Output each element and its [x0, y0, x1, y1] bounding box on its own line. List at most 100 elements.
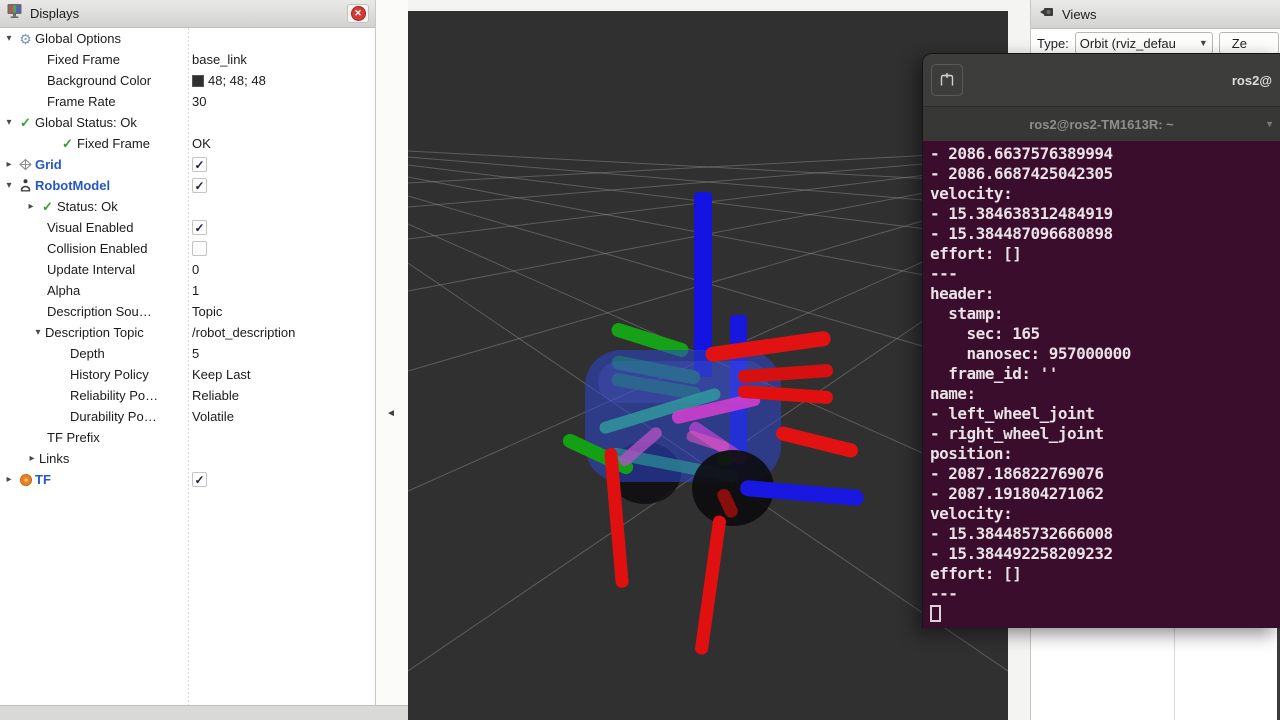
- display-property-row[interactable]: ▾⚙Global Options: [0, 28, 375, 49]
- display-property-row[interactable]: ✓Fixed FrameOK: [0, 133, 375, 154]
- terminal-output[interactable]: - 2086.6637576389994 - 2086.668742504230…: [923, 141, 1280, 628]
- display-property-row[interactable]: Depth 5: [0, 343, 375, 364]
- property-value[interactable]: /robot_description: [192, 325, 295, 340]
- display-property-row[interactable]: ▸Grid✓: [0, 154, 375, 175]
- display-property-row[interactable]: Collision Enabled: [0, 238, 375, 259]
- property-label: Durability Po…: [70, 409, 157, 424]
- display-property-row[interactable]: Frame Rate 30: [0, 91, 375, 112]
- close-button[interactable]: ✕: [347, 4, 369, 23]
- indent-spacer: [0, 311, 47, 312]
- displays-icon: [6, 3, 23, 24]
- property-label: Update Interval: [47, 262, 135, 277]
- display-property-row[interactable]: ▸TF✓: [0, 469, 375, 490]
- views-panel-header[interactable]: Views: [1031, 0, 1280, 29]
- property-value[interactable]: Topic: [192, 304, 222, 319]
- collapse-panel-arrow-icon[interactable]: ◄: [386, 408, 396, 419]
- tab-list-chevron-icon[interactable]: ▼: [1265, 119, 1274, 129]
- expander-closed-icon[interactable]: ▸: [2, 159, 16, 170]
- expander-open-icon[interactable]: ▾: [31, 327, 45, 338]
- indent-spacer: [0, 353, 70, 354]
- expander-closed-icon[interactable]: ▸: [25, 453, 39, 464]
- display-property-row[interactable]: Fixed Frame base_link: [0, 49, 375, 70]
- display-property-row[interactable]: ▾ RobotModel ✓: [0, 175, 375, 196]
- property-label: Fixed Frame: [47, 52, 120, 67]
- expander-open-icon[interactable]: ▾: [2, 33, 16, 44]
- 3d-viewport[interactable]: [408, 11, 1008, 720]
- property-value[interactable]: OK: [192, 136, 211, 151]
- display-property-row[interactable]: Alpha 1: [0, 280, 375, 301]
- property-value[interactable]: 5: [192, 346, 199, 361]
- new-tab-button[interactable]: [931, 64, 963, 96]
- display-property-row[interactable]: Visual Enabled ✓: [0, 217, 375, 238]
- indent-spacer: [0, 395, 70, 396]
- value-text: Keep Last: [192, 367, 251, 382]
- property-value[interactable]: 48; 48; 48: [192, 73, 266, 88]
- indent-spacer: [0, 269, 47, 270]
- value-text: OK: [192, 136, 211, 151]
- display-property-row[interactable]: TF Prefix: [0, 427, 375, 448]
- checkbox-checked[interactable]: ✓: [192, 472, 207, 487]
- indent-spacer: [0, 101, 47, 102]
- value-text: 0: [192, 262, 199, 277]
- property-label: Description Topic: [45, 325, 144, 340]
- value-text: 1: [192, 283, 199, 298]
- expander-open-icon[interactable]: ▾: [2, 117, 16, 128]
- checkbox-checked[interactable]: ✓: [192, 220, 207, 235]
- display-property-row[interactable]: ▾✓Global Status: Ok: [0, 112, 375, 133]
- property-value[interactable]: ✓: [192, 472, 207, 487]
- terminal-titlebar[interactable]: ros2@: [923, 54, 1280, 106]
- expander-closed-icon[interactable]: ▸: [24, 201, 38, 212]
- checkbox-checked[interactable]: ✓: [192, 157, 207, 172]
- value-text: Reliable: [192, 388, 239, 403]
- property-label: Global Options: [35, 31, 121, 46]
- property-label: Alpha: [47, 283, 80, 298]
- checkbox-checked[interactable]: ✓: [192, 178, 207, 193]
- display-property-row[interactable]: Reliability Po…Reliable: [0, 385, 375, 406]
- views-panel-title: Views: [1062, 7, 1096, 22]
- display-property-row[interactable]: ▾Description Topic/robot_description: [0, 322, 375, 343]
- display-property-row[interactable]: Durability Po… Volatile: [0, 406, 375, 427]
- value-text: base_link: [192, 52, 247, 67]
- views-icon: [1039, 5, 1055, 24]
- property-value[interactable]: Reliable: [192, 388, 239, 403]
- displays-panel-header[interactable]: Displays ✕: [0, 0, 375, 28]
- property-value[interactable]: [192, 241, 207, 256]
- expander-open-icon[interactable]: ▾: [2, 180, 16, 191]
- property-label: Depth: [70, 346, 105, 361]
- property-value[interactable]: Volatile: [192, 409, 234, 424]
- display-property-row[interactable]: Background Color 48; 48; 48: [0, 70, 375, 91]
- property-value[interactable]: Keep Last: [192, 367, 251, 382]
- value-text: 48; 48; 48: [208, 73, 266, 88]
- property-label: RobotModel: [35, 178, 110, 193]
- checkbox-unchecked[interactable]: [192, 241, 207, 256]
- property-label: Background Color: [47, 73, 151, 88]
- property-label: Collision Enabled: [47, 241, 147, 256]
- property-label: Status: Ok: [57, 199, 118, 214]
- property-label: Visual Enabled: [47, 220, 134, 235]
- indent-spacer: [0, 206, 24, 207]
- check-icon: ✓: [38, 199, 57, 215]
- display-property-row[interactable]: Update Interval 0: [0, 259, 375, 280]
- new-tab-icon: [939, 72, 955, 88]
- property-value[interactable]: 30: [192, 94, 206, 109]
- indent-spacer: [0, 143, 58, 144]
- zero-button[interactable]: Ze: [1219, 32, 1279, 54]
- property-value[interactable]: ✓: [192, 220, 207, 235]
- property-value[interactable]: 1: [192, 283, 199, 298]
- display-property-row[interactable]: History PolicyKeep Last: [0, 364, 375, 385]
- terminal-tab[interactable]: ros2@ros2-TM1613R: ~: [1029, 117, 1174, 132]
- terminal-window: ros2@ ros2@ros2-TM1613R: ~ ▼ - 2086.6637…: [922, 53, 1280, 628]
- display-property-row[interactable]: Description Sou…Topic: [0, 301, 375, 322]
- type-label: Type:: [1037, 36, 1069, 51]
- view-type-dropdown[interactable]: Orbit (rviz_defau ▼: [1075, 32, 1213, 54]
- color-swatch: [192, 75, 204, 87]
- value-text: 5: [192, 346, 199, 361]
- expander-closed-icon[interactable]: ▸: [2, 474, 16, 485]
- display-property-row[interactable]: ▸✓Status: Ok: [0, 196, 375, 217]
- property-value[interactable]: 0: [192, 262, 199, 277]
- property-label: Frame Rate: [47, 94, 116, 109]
- display-property-row[interactable]: ▸Links: [0, 448, 375, 469]
- property-value[interactable]: ✓: [192, 178, 207, 193]
- property-value[interactable]: base_link: [192, 52, 247, 67]
- property-value[interactable]: ✓: [192, 157, 207, 172]
